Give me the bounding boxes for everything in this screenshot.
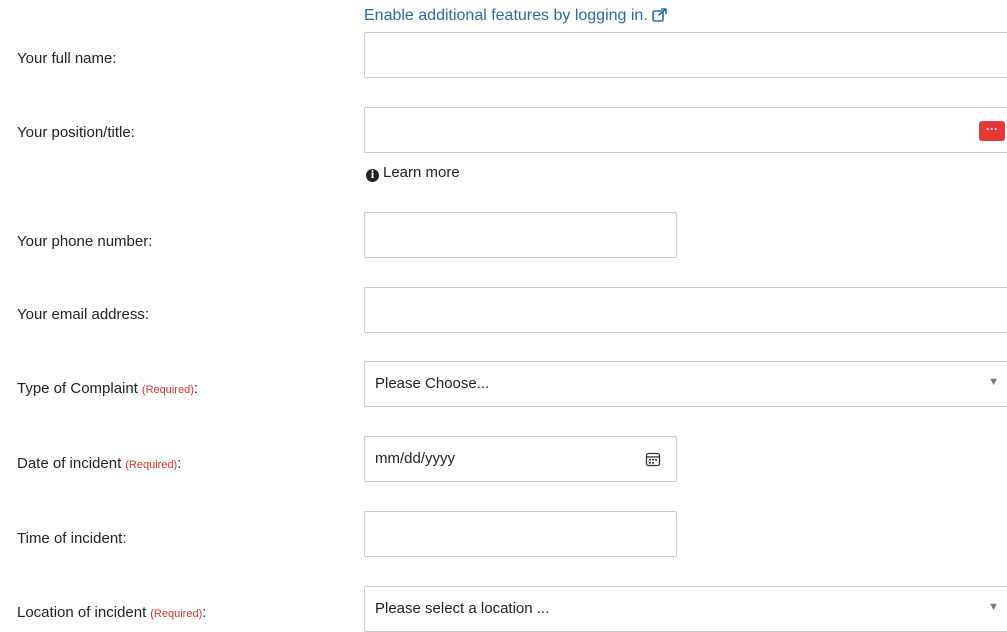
phone-label: Your phone number: bbox=[17, 233, 153, 250]
incident-location-label: Location of incident (Required): bbox=[17, 604, 207, 621]
learn-more-text: Learn more bbox=[383, 164, 460, 181]
complaint-type-label-text: Type of Complaint bbox=[17, 380, 138, 397]
complaint-type-label: Type of Complaint (Required): bbox=[17, 380, 199, 397]
incident-location-label-text: Location of incident bbox=[17, 604, 147, 621]
full-name-label: Your full name: bbox=[17, 50, 117, 67]
info-icon: i bbox=[366, 169, 379, 182]
complaint-type-select[interactable]: Please Choose... ▼ bbox=[364, 361, 1007, 407]
complaint-type-selected: Please Choose... bbox=[375, 375, 490, 392]
incident-date-input[interactable]: mm/dd/yyyy bbox=[364, 436, 677, 482]
full-name-input[interactable] bbox=[364, 32, 1007, 78]
calendar-icon[interactable] bbox=[645, 451, 661, 472]
email-input[interactable] bbox=[364, 287, 1007, 333]
chevron-down-icon: ▼ bbox=[988, 376, 999, 388]
email-label: Your email address: bbox=[17, 306, 150, 323]
external-link-icon bbox=[651, 8, 668, 27]
incident-date-label: Date of incident (Required): bbox=[17, 455, 182, 472]
phone-input[interactable] bbox=[364, 212, 677, 258]
position-input[interactable]: ··· bbox=[364, 107, 1007, 153]
required-indicator: (Required) bbox=[125, 459, 178, 471]
position-label: Your position/title: bbox=[17, 124, 135, 141]
incident-time-label: Time of incident: bbox=[17, 530, 127, 547]
incident-location-selected: Please select a location ... bbox=[375, 600, 550, 617]
required-indicator: (Required) bbox=[150, 608, 203, 620]
required-indicator: (Required) bbox=[141, 384, 194, 396]
login-link-text: Enable additional features by logging in… bbox=[364, 7, 648, 24]
learn-more-link[interactable]: i Learn more bbox=[366, 164, 460, 182]
incident-time-input[interactable] bbox=[364, 511, 677, 557]
chevron-down-icon: ▼ bbox=[988, 601, 999, 613]
incident-date-label-text: Date of incident bbox=[17, 455, 122, 472]
incident-location-select[interactable]: Please select a location ... ▼ bbox=[364, 586, 1007, 632]
password-manager-icon[interactable]: ··· bbox=[979, 121, 1005, 141]
login-link[interactable]: Enable additional features by logging in… bbox=[364, 7, 668, 27]
incident-date-placeholder: mm/dd/yyyy bbox=[375, 450, 456, 467]
